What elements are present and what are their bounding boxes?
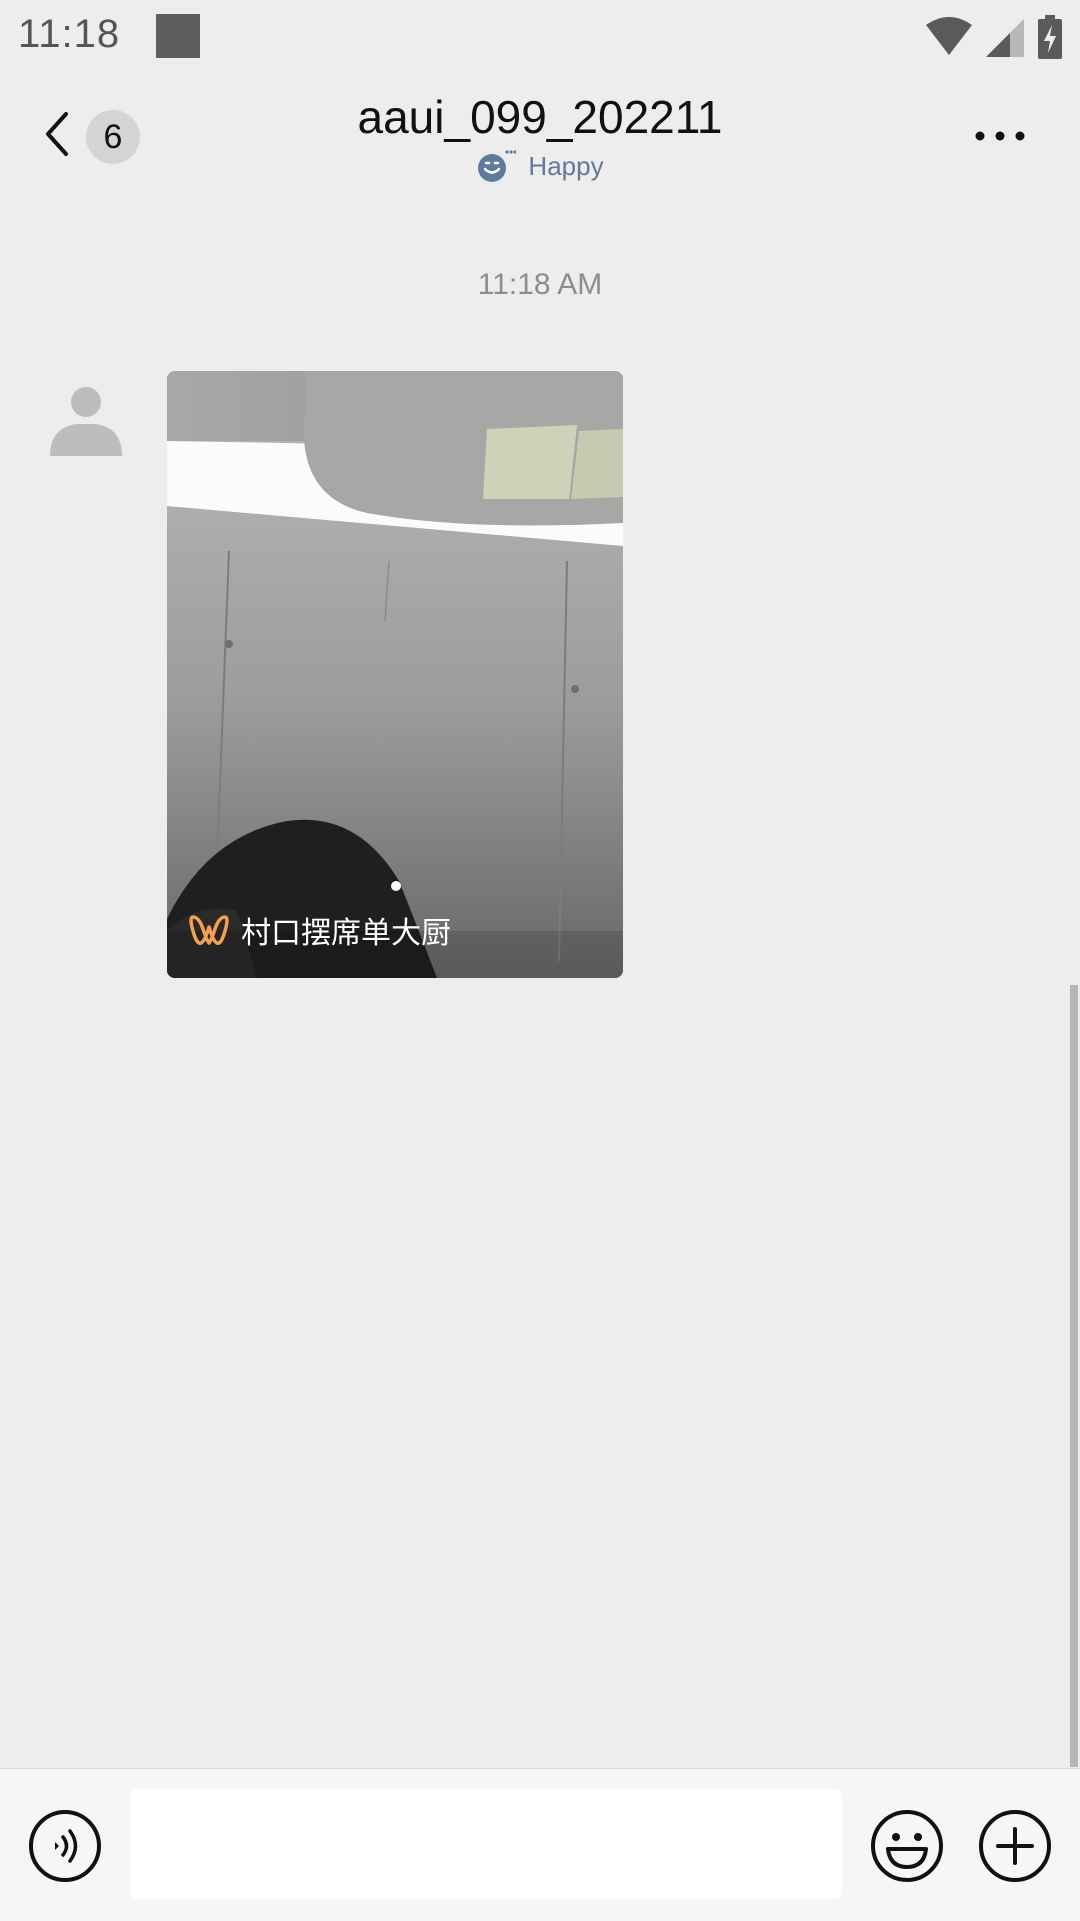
message-timestamp: 11:18 AM xyxy=(477,268,603,301)
emoji-icon[interactable] xyxy=(870,1809,944,1883)
status-time: 11:18 xyxy=(18,12,121,56)
battery-charging-icon xyxy=(1038,15,1062,59)
status-bar: 11:18 xyxy=(0,0,1080,76)
video-channel-card[interactable]: 村口摆席单大厨 xyxy=(167,371,623,978)
carousel-dot xyxy=(391,881,401,891)
default-avatar-icon[interactable] xyxy=(46,378,126,458)
plus-icon[interactable] xyxy=(978,1809,1052,1883)
back-arrow-icon[interactable] xyxy=(36,104,86,164)
video-caption: 村口摆席单大厨 xyxy=(241,916,451,951)
chat-header: 6 aaui_099_202211 Happy xyxy=(0,76,1080,200)
notification-square-icon xyxy=(156,14,200,58)
input-bar xyxy=(0,1768,1080,1921)
video-footer: 村口摆席单大厨 xyxy=(189,908,451,952)
cellular-signal-icon xyxy=(986,19,1024,57)
unread-count-badge[interactable]: 6 xyxy=(86,110,140,164)
wifi-icon xyxy=(926,17,972,55)
mood-emoji-icon xyxy=(478,150,517,182)
more-options-icon[interactable] xyxy=(970,126,1030,146)
chat-status-text: Happy xyxy=(528,150,604,181)
voice-icon[interactable] xyxy=(28,1809,102,1883)
chat-status[interactable]: Happy xyxy=(380,146,700,186)
scrollbar[interactable] xyxy=(1070,985,1078,1767)
chat-title: aaui_099_202211 xyxy=(357,91,723,143)
status-icons xyxy=(926,14,1062,60)
video-channel-logo-icon xyxy=(189,915,229,945)
message-input[interactable] xyxy=(130,1789,842,1899)
